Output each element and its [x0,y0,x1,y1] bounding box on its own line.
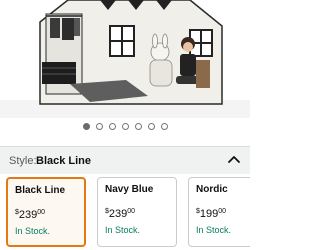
option-price: $19900 [196,208,227,220]
product-image[interactable] [0,0,250,118]
option-card-navy-blue[interactable]: Navy Blue $23900 In Stock. [97,177,177,247]
carousel-dot[interactable] [95,123,103,130]
carousel-dot[interactable] [147,123,155,130]
playhouse-illustration [0,0,250,118]
carousel-dots [0,123,250,133]
carousel-dot[interactable] [134,123,142,130]
option-price: $23900 [15,209,46,221]
option-card-nordic[interactable]: Nordic $19900 In Stock. [188,177,250,247]
carousel-dot[interactable] [82,123,90,130]
option-price: $23900 [105,208,136,220]
option-name: Navy Blue [105,184,154,195]
option-name: Nordic [196,184,228,195]
style-selector[interactable]: Style: Black Line [0,146,250,174]
option-availability: In Stock. [196,225,232,235]
chevron-up-icon[interactable] [227,153,241,167]
option-name: Black Line [15,185,66,196]
carousel-dot[interactable] [121,123,129,130]
carousel-dot[interactable] [108,123,116,130]
carousel-dot[interactable] [160,123,168,130]
option-availability: In Stock. [105,225,141,235]
style-label: Style: [9,155,37,167]
style-options: Black Line $23900 In Stock. Navy Blue $2… [0,177,250,250]
style-selected-value: Black Line [36,155,92,167]
option-card-black-line[interactable]: Black Line $23900 In Stock. [6,177,86,247]
option-availability: In Stock. [15,226,51,236]
